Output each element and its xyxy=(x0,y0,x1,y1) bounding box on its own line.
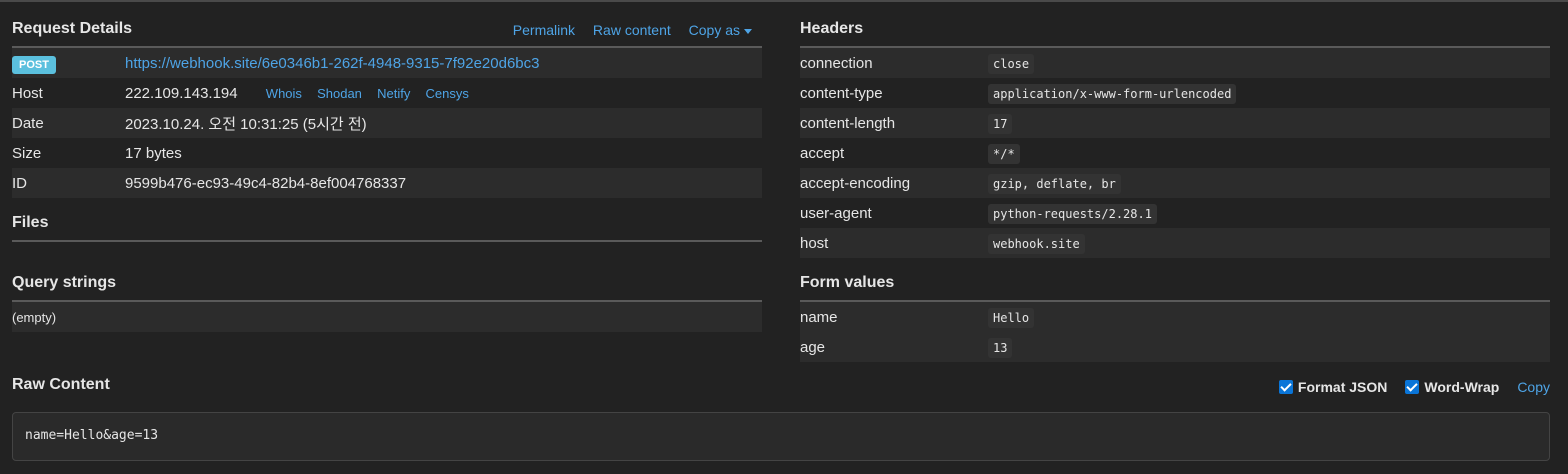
host-value: 222.109.143.194 xyxy=(125,84,238,102)
header-row: content-length 17 xyxy=(800,108,1550,138)
header-row: content-type application/x-www-form-urle… xyxy=(800,78,1550,108)
date-value: 2023.10.24. 오전 10:31:25 (5시간 전) xyxy=(125,115,367,133)
size-row: Size 17 bytes xyxy=(12,138,762,168)
host-lookup-links: Whois Shodan Netify Censys xyxy=(242,85,469,102)
header-row: accept */* xyxy=(800,138,1550,168)
raw-content-link[interactable]: Raw content xyxy=(593,22,671,38)
permalink-link[interactable]: Permalink xyxy=(513,22,575,38)
header-row: connection close xyxy=(800,48,1550,78)
size-label: Size xyxy=(12,144,42,162)
header-key: accept xyxy=(800,144,845,162)
netify-link[interactable]: Netify xyxy=(377,86,410,101)
word-wrap-checkbox[interactable] xyxy=(1405,380,1420,394)
header-value: */* xyxy=(988,143,1020,164)
form-value: Hello xyxy=(988,307,1035,328)
raw-content-title: Raw Content xyxy=(12,376,110,393)
header-key: content-type xyxy=(800,84,883,102)
form-key: name xyxy=(800,308,838,326)
form-row: age 13 xyxy=(800,332,1550,362)
copy-as-label: Copy as xyxy=(688,22,740,38)
form-values-title: Form values xyxy=(800,274,895,291)
raw-content-header: Raw Content Format JSON Word-Wrap Copy xyxy=(12,372,1550,402)
header-value: close xyxy=(988,53,1035,74)
files-header: Files xyxy=(12,198,762,242)
copy-raw-link[interactable]: Copy xyxy=(1517,379,1550,395)
query-strings-header: Query strings xyxy=(12,242,762,302)
id-row: ID 9599b476-ec93-49c4-82b4-8ef004768337 xyxy=(12,168,762,198)
header-row: host webhook.site xyxy=(800,228,1550,258)
header-key: accept-encoding xyxy=(800,174,911,192)
censys-link[interactable]: Censys xyxy=(426,86,469,101)
raw-content-tools: Format JSON Word-Wrap Copy xyxy=(1278,379,1550,395)
whois-link[interactable]: Whois xyxy=(266,86,302,101)
header-value: application/x-www-form-urlencoded xyxy=(988,83,1237,104)
files-title: Files xyxy=(12,214,49,231)
header-row: user-agent python-requests/2.28.1 xyxy=(800,198,1550,228)
method-row: POST https://webhook.site/6e0346b1-262f-… xyxy=(12,48,762,78)
shodan-link[interactable]: Shodan xyxy=(317,86,362,101)
raw-content-box[interactable]: name=Hello&age=13 xyxy=(12,412,1550,461)
caret-down-icon xyxy=(744,28,752,34)
date-row: Date 2023.10.24. 오전 10:31:25 (5시간 전) xyxy=(12,108,762,138)
host-label: Host xyxy=(12,84,43,102)
raw-content-section: Raw Content Format JSON Word-Wrap Copy n… xyxy=(12,372,1550,461)
id-label: ID xyxy=(12,174,27,192)
headers-column: Headers connection close content-type ap… xyxy=(800,2,1550,362)
headers-header: Headers xyxy=(800,2,1550,48)
request-details-header: Request Details Permalink Raw content Co… xyxy=(12,2,762,48)
header-value: gzip, deflate, br xyxy=(988,173,1121,194)
header-key: content-length xyxy=(800,114,896,132)
id-value: 9599b476-ec93-49c4-82b4-8ef004768337 xyxy=(125,174,407,192)
request-url-link[interactable]: https://webhook.site/6e0346b1-262f-4948-… xyxy=(125,55,540,72)
size-value: 17 bytes xyxy=(125,144,182,162)
request-column: Request Details Permalink Raw content Co… xyxy=(12,2,762,332)
form-values-header: Form values xyxy=(800,258,1550,302)
header-value: webhook.site xyxy=(988,233,1085,254)
header-row: accept-encoding gzip, deflate, br xyxy=(800,168,1550,198)
form-value: 13 xyxy=(988,337,1013,358)
form-key: age xyxy=(800,338,826,356)
header-key: user-agent xyxy=(800,204,872,222)
format-json-label[interactable]: Format JSON xyxy=(1298,379,1387,395)
word-wrap-label[interactable]: Word-Wrap xyxy=(1424,379,1499,395)
header-value: 17 xyxy=(988,113,1013,134)
format-json-checkbox[interactable] xyxy=(1278,380,1293,394)
header-key: connection xyxy=(800,54,873,72)
copy-as-dropdown[interactable]: Copy as xyxy=(689,22,752,38)
query-strings-title: Query strings xyxy=(12,274,117,291)
date-label: Date xyxy=(12,114,44,132)
host-row: Host 222.109.143.194 Whois Shodan Netify… xyxy=(12,78,762,108)
request-details-title: Request Details xyxy=(12,20,133,37)
header-value: python-requests/2.28.1 xyxy=(988,203,1157,224)
form-row: name Hello xyxy=(800,302,1550,332)
request-actions: Permalink Raw content Copy as xyxy=(499,22,752,38)
method-badge: POST xyxy=(12,55,56,74)
query-strings-empty: (empty) xyxy=(12,302,762,332)
headers-title: Headers xyxy=(800,20,864,37)
header-key: host xyxy=(800,234,829,252)
